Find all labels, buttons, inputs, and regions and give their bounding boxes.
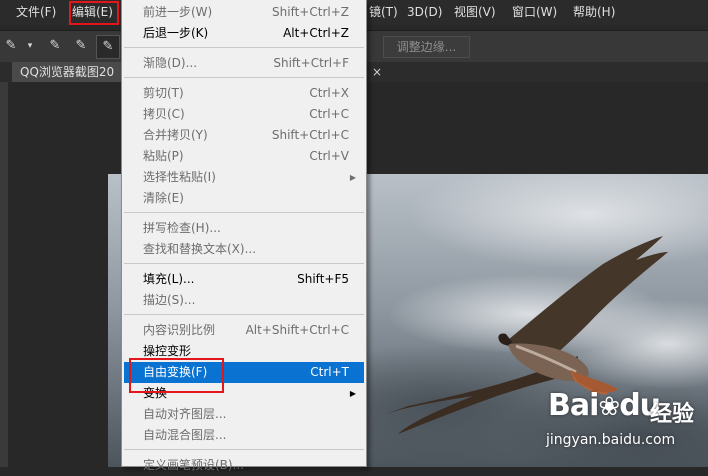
- menu-item-find-replace[interactable]: 查找和替换文本(X)...: [122, 239, 366, 260]
- menu-window[interactable]: 窗口(W): [512, 0, 557, 25]
- add-selection-brush-icon[interactable]: ✎: [70, 35, 92, 57]
- tools-panel: [0, 82, 8, 467]
- menu-item-content-aware-scale[interactable]: 内容识别比例 Alt+Shift+Ctrl+C: [122, 320, 366, 341]
- menu-filter[interactable]: 镜(T): [369, 0, 398, 25]
- menu-separator: [124, 263, 364, 264]
- menu-item-fade[interactable]: 渐隐(D)... Shift+Ctrl+F: [122, 53, 366, 74]
- submenu-arrow-icon: ▶: [349, 389, 356, 398]
- refine-edge-button[interactable]: 调整边缘...: [383, 36, 470, 58]
- menu-file[interactable]: 文件(F): [16, 0, 56, 25]
- menu-view[interactable]: 视图(V): [454, 0, 496, 25]
- menu-separator: [124, 212, 364, 213]
- menu-item-paste-special[interactable]: 选择性粘贴(I) ▶: [122, 167, 366, 188]
- brush-icon[interactable]: ✎: [0, 35, 22, 57]
- menu-item-step-forward[interactable]: 前进一步(W) Shift+Ctrl+Z: [122, 2, 366, 23]
- close-icon[interactable]: ×: [372, 62, 382, 82]
- menu-item-clear[interactable]: 清除(E): [122, 188, 366, 209]
- menu-item-step-backward[interactable]: 后退一步(K) Alt+Ctrl+Z: [122, 23, 366, 44]
- free-transform-highlight-box: [129, 358, 224, 393]
- menu-item-auto-align-layers[interactable]: 自动对齐图层...: [122, 404, 366, 425]
- menu-3d[interactable]: 3D(D): [407, 0, 442, 25]
- edit-menu-highlight-box: [69, 1, 119, 25]
- watermark-url: jingyan.baidu.com: [546, 432, 676, 448]
- menu-separator: [124, 77, 364, 78]
- submenu-arrow-icon: ▶: [349, 173, 356, 182]
- baidu-watermark: Bai❀du 经验 jingyan.baidu.com: [546, 388, 708, 467]
- menu-help[interactable]: 帮助(H): [573, 0, 615, 25]
- menu-item-fill[interactable]: 填充(L)... Shift+F5: [122, 269, 366, 290]
- menu-separator: [124, 449, 364, 450]
- menu-item-define-brush-preset[interactable]: 定义画笔预设(B)...: [122, 455, 366, 476]
- subtract-selection-brush-icon[interactable]: ✎: [96, 35, 120, 59]
- menu-item-copy-merged[interactable]: 合并拷贝(Y) Shift+Ctrl+C: [122, 125, 366, 146]
- menu-item-paste[interactable]: 粘贴(P) Ctrl+V: [122, 146, 366, 167]
- new-selection-brush-icon[interactable]: ✎: [44, 35, 66, 57]
- menu-separator: [124, 314, 364, 315]
- watermark-brand: Bai❀du: [548, 388, 661, 423]
- menu-item-auto-blend-layers[interactable]: 自动混合图层...: [122, 425, 366, 446]
- edit-menu: 前进一步(W) Shift+Ctrl+Z 后退一步(K) Alt+Ctrl+Z …: [121, 0, 367, 472]
- menu-item-stroke[interactable]: 描边(S)...: [122, 290, 366, 311]
- menu-item-check-spelling[interactable]: 拼写检查(H)...: [122, 218, 366, 239]
- menu-item-copy[interactable]: 拷贝(C) Ctrl+C: [122, 104, 366, 125]
- watermark-cn: 经验: [650, 402, 695, 427]
- menu-item-cut[interactable]: 剪切(T) Ctrl+X: [122, 83, 366, 104]
- menu-separator: [124, 47, 364, 48]
- chevron-down-icon[interactable]: ▾: [26, 35, 34, 57]
- document-tab[interactable]: QQ浏览器截图20: [12, 62, 124, 82]
- paw-icon: ❀: [598, 392, 620, 422]
